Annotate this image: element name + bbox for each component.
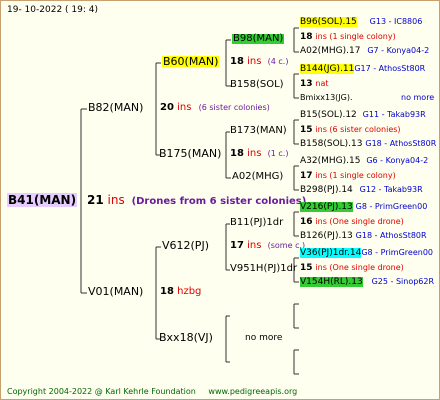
gen4-name: B98(MAN)	[232, 33, 285, 44]
gen4-name: B158(SOL)	[230, 79, 284, 90]
gen3-ins-note: (4 c.)	[267, 57, 289, 66]
gen5-name: A02(MHG).17	[300, 46, 361, 56]
gen5-info: 18 ins (1 single colony)	[300, 33, 396, 42]
gen5-code: G7 - Konya04-2	[367, 46, 430, 55]
gen5-code: G6 - Konya04-2	[366, 156, 429, 165]
gen5-row: A02(MHG).17 G7 - Konya04-2	[300, 47, 429, 56]
gen5-code: G13 - IC8806	[369, 17, 423, 26]
gen5-code: G12 - Takab93R	[359, 185, 423, 194]
gen5-row: B126(PJ).13 G18 - AthosSt80R	[300, 232, 427, 241]
gen5-ins-note: nat	[315, 79, 329, 88]
gen5-name: V216(PJ).13	[300, 202, 353, 212]
gen4-name: V951H(PJ)1dr	[230, 263, 298, 274]
gen5-row: V216(PJ).13 G8 - PrimGreen00	[300, 202, 428, 212]
gen5-code: no more	[401, 93, 435, 102]
queen-ins-word: ins	[107, 193, 125, 207]
gen5-ins-note: ins (One single drone)	[315, 217, 404, 226]
queen-ins-num: 21	[87, 193, 104, 207]
gen4-name: A02(MHG)	[232, 171, 284, 182]
gen5-row: B144(JG).11G17 - AthosSt80R	[300, 64, 426, 74]
gen5-info: 15 ins (One single drone)	[300, 264, 404, 273]
gen3-ins-note: (1 c.)	[267, 149, 289, 158]
gen5-row: V154H(RL).13 G25 - Sinop62R	[300, 277, 435, 287]
gen3-ins-word: ins	[247, 56, 262, 67]
gen4-name: B11(PJ)1dr	[230, 217, 284, 228]
gen3-name: B175(MAN)	[159, 147, 222, 160]
gen3-insemination: 18 ins (1 c.)	[230, 149, 288, 159]
gen2-ins-word: ins	[177, 102, 192, 113]
gen3-no-more: no more	[245, 333, 283, 343]
gen5-ins-num: 15	[300, 125, 313, 135]
queen-insemination: 21 ins (Drones from 6 sister colonies)	[87, 194, 306, 207]
gen5-name: B144(JG).11	[300, 64, 355, 74]
gen5-name: A32(MHG).15	[300, 156, 361, 166]
queen-name: B41(MAN)	[7, 193, 78, 207]
gen3-ins-word: ins	[247, 240, 262, 251]
gen5-name: B15(SOL).12	[300, 110, 357, 120]
queen-ins-note: (Drones from 6 sister colonies)	[131, 196, 307, 207]
gen5-name: B298(PJ).14	[300, 185, 353, 195]
gen5-name: B126(PJ).13	[300, 231, 353, 241]
footer: Copyright 2004-2022 @ Karl Kehrle Founda…	[7, 388, 297, 396]
gen5-row: Bmixx13(JG).	[300, 94, 353, 102]
gen5-code: G8 - PrimGreen00	[355, 202, 428, 211]
report-date: 19- 10-2022 ( 19: 4)	[7, 5, 98, 15]
gen5-row: V36(PJ)1dr.14G8 - PrimGreen00	[300, 248, 433, 258]
gen5-row: B158(SOL).13 G18 - AthosSt80R	[300, 140, 436, 149]
gen5-code: G8 - PrimGreen00	[361, 248, 433, 257]
gen5-ins-num: 17	[300, 171, 313, 181]
gen5-info: 16 ins (One single drone)	[300, 218, 404, 227]
gen2-insemination: 20 ins (6 sister colonies)	[160, 103, 270, 113]
gen5-code: G17 - AthosSt80R	[354, 64, 426, 73]
gen2-name: B82(MAN)	[88, 101, 144, 114]
gen5-name: V154H(RL).13	[300, 277, 363, 287]
footer-copyright: Copyright 2004-2022 @ Karl Kehrle Founda…	[7, 387, 196, 396]
gen5-ins-num: 15	[300, 263, 313, 273]
gen3-ins-num: 18	[230, 56, 244, 67]
gen5-ins-num: 13	[300, 79, 313, 89]
gen5-info: 17 ins (1 single colony)	[300, 172, 396, 181]
gen5-ins-note: ins (1 single colony)	[315, 32, 396, 41]
gen2-insemination: 18 hzbg	[160, 287, 201, 297]
gen2-name: V01(MAN)	[88, 285, 144, 298]
gen3-ins-num: 17	[230, 240, 244, 251]
gen3-name: Bxx18(VJ)	[159, 331, 213, 344]
gen4-name: B173(MAN)	[230, 125, 287, 136]
gen5-ins-num: 18	[300, 32, 313, 42]
gen5-row: A32(MHG).15 G6 - Konya04-2	[300, 157, 428, 166]
gen3-name: B60(MAN)	[162, 55, 220, 68]
gen5-code: G18 - AthosSt80R	[355, 231, 427, 240]
gen5-row: B298(PJ).14 G12 - Takab93R	[300, 186, 423, 195]
gen5-row: B96(SOL).15 G13 - IC8806	[300, 17, 423, 27]
gen5-name: B158(SOL).13	[300, 139, 363, 149]
gen5-ins-note: ins (1 single colony)	[315, 171, 396, 180]
gen2-ins-num: 18	[160, 286, 174, 297]
gen3-ins-word: ins	[247, 148, 262, 159]
gen3-insemination: 18 ins (4 c.)	[230, 57, 288, 67]
gen2-ins-note: (6 sister colonies)	[198, 103, 270, 112]
gen5-name: Bmixx13(JG).	[300, 93, 353, 102]
gen5-ins-num: 16	[300, 217, 313, 227]
gen5-ins-note: ins (One single drone)	[315, 263, 404, 272]
pedigree-chart: 19- 10-2022 ( 19: 4) B41(MAN) 21 ins (Dr…	[0, 0, 440, 400]
gen5-row: B15(SOL).12 G11 - Takab93R	[300, 111, 426, 120]
gen5-code: G11 - Takab93R	[362, 110, 426, 119]
gen5-ins-note: ins (6 sister colonies)	[315, 125, 401, 134]
gen5-name: B96(SOL).15	[300, 17, 357, 27]
gen2-ins-word: hzbg	[177, 286, 202, 297]
gen3-insemination: 17 ins (some c.)	[230, 241, 305, 251]
gen5-info: 15 ins (6 sister colonies)	[300, 126, 401, 135]
gen3-name: V612(PJ)	[162, 239, 209, 252]
gen2-ins-num: 20	[160, 102, 174, 113]
gen3-ins-num: 18	[230, 148, 244, 159]
gen5-code: G25 - Sinop62R	[371, 277, 435, 286]
footer-site[interactable]: www.pedigreeapis.org	[208, 387, 297, 396]
gen5-name: V36(PJ)1dr.14	[300, 248, 362, 258]
gen5-info: 13 nat	[300, 80, 329, 89]
gen5-code: G18 - AthosSt80R	[365, 139, 437, 148]
